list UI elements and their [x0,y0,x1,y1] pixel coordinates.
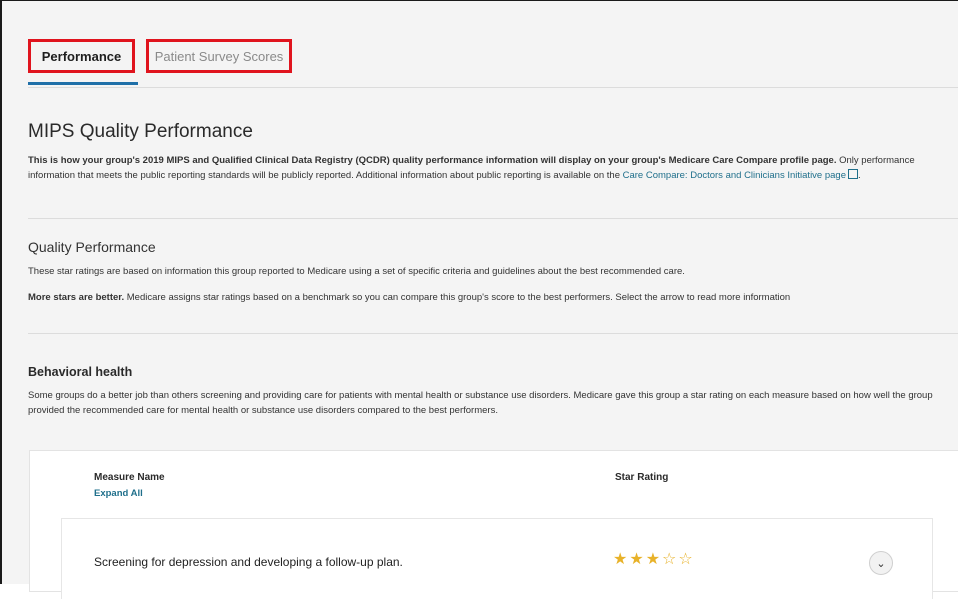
tab-performance[interactable]: Performance [28,39,135,73]
page-frame: Performance Patient Survey Scores MIPS Q… [0,0,958,599]
divider [28,218,958,219]
star-filled-icon: ★ [613,551,630,568]
main-content: MIPS Quality Performance This is how you… [28,121,958,416]
mips-intro-end: . [857,170,861,181]
page-title: MIPS Quality Performance [28,121,253,142]
tab-survey-label: Patient Survey Scores [154,48,284,64]
tab-bar: Performance Patient Survey Scores [28,37,958,88]
column-header-measure-name: Measure Name [94,472,165,483]
divider [28,333,958,334]
mips-intro-bold: This is how your group's 2019 MIPS and Q… [28,155,837,166]
tab-performance-label: Performance [41,48,122,64]
chevron-down-icon[interactable]: ⌄ [869,551,893,575]
quality-performance-section: Quality Performance These star ratings a… [28,239,958,304]
care-compare-link[interactable]: Care Compare: Doctors and Clinicians Ini… [623,170,846,181]
tab-patient-survey-scores[interactable]: Patient Survey Scores [146,39,292,73]
star-filled-icon: ★ [645,551,663,568]
expand-all-link[interactable]: Expand All [94,488,143,499]
table-row[interactable]: Screening for depression and developing … [61,518,933,599]
quality-performance-desc: These star ratings are based on informat… [28,266,685,277]
active-tab-indicator [28,82,138,85]
star-filled-icon: ★ [629,551,646,568]
star-empty-icon: ☆ [678,551,695,568]
measures-table: Measure Name Expand All Star Rating Scre… [29,450,958,599]
external-link-icon [847,169,858,179]
more-stars-text: More stars are better. Medicare assigns … [28,291,958,304]
column-header-star-rating: Star Rating [615,472,669,483]
mips-intro: This is how your group's 2019 MIPS and Q… [28,153,958,183]
more-stars-bold: More stars are better. [28,292,125,303]
star-rating: ★★★☆☆ [613,549,695,569]
star-empty-icon: ☆ [662,551,679,568]
behavioral-health-section: Behavioral health Some groups do a bette… [28,365,958,418]
more-stars-rest: Medicare assigns star ratings based on a… [124,292,791,303]
measure-name: Screening for depression and developing … [94,555,403,569]
behavioral-health-desc: Some groups do a better job than others … [28,390,933,416]
behavioral-health-title: Behavioral health [28,365,133,379]
quality-performance-title: Quality Performance [28,239,156,255]
